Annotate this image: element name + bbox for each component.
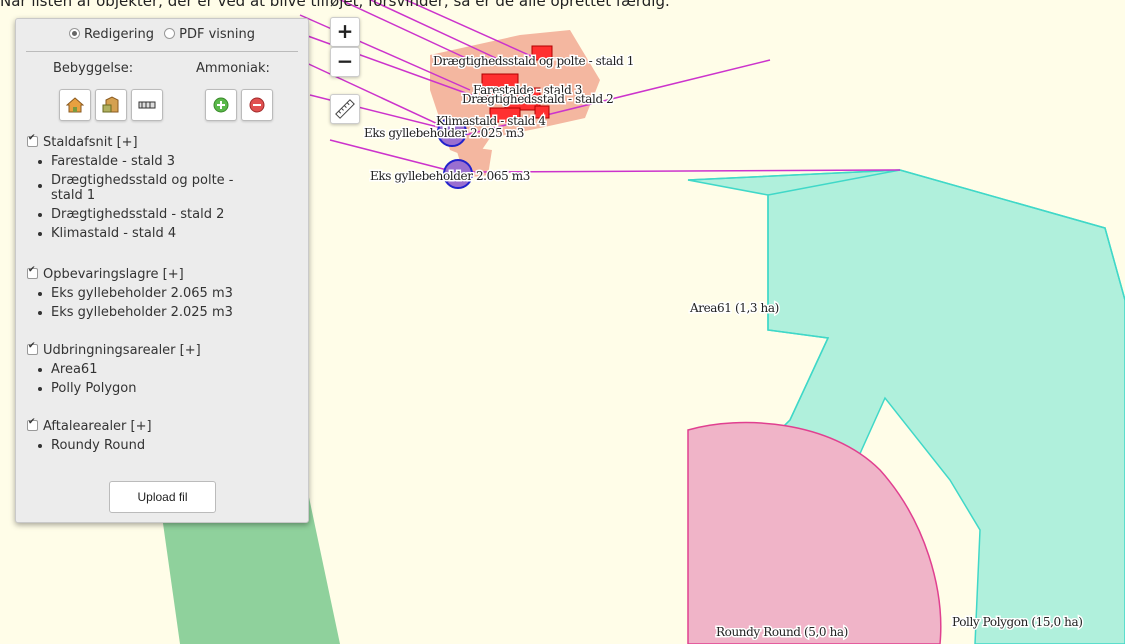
list-item[interactable]: Drægtighedsstald - stald 2 [27, 207, 234, 222]
bebyggelse-label: Bebyggelse: [53, 61, 134, 76]
group-title-label: Aftalearealer [+] [43, 419, 152, 434]
group-title-label: Staldafsnit [+] [43, 135, 138, 150]
radio-on-icon[interactable] [68, 28, 80, 39]
radio-pdf-visning[interactable]: PDF visning [164, 27, 255, 42]
add-house-button[interactable] [59, 89, 91, 121]
checkbox-checked-icon[interactable] [27, 265, 38, 279]
ammoniak-remove-button[interactable] [241, 89, 273, 121]
list-item[interactable]: Klimastald - stald 4 [27, 226, 234, 241]
radio-redigering[interactable]: Redigering [68, 27, 154, 42]
group-staldafsnit: Staldafsnit [+] Farestalde - stald 3 Dræ… [27, 133, 234, 241]
group-aftalearealer: Aftalearealer [+] Roundy Round [27, 417, 152, 453]
label-gylle-2065: Eks gyllebeholder 2.065 m3 [370, 169, 530, 183]
plus-circle-icon [213, 97, 229, 113]
list-item-label: Klimastald - stald 4 [51, 226, 177, 241]
radio-redigering-label: Redigering [83, 27, 154, 42]
bullet-icon [38, 184, 42, 188]
list-item[interactable]: Roundy Round [27, 438, 152, 453]
list-item[interactable]: Area61 [27, 362, 201, 377]
roundy-round-circle[interactable] [687, 421, 942, 644]
list-item-label: Area61 [51, 362, 98, 377]
panel-divider [26, 51, 298, 52]
group-title[interactable]: Aftalearealer [+] [27, 417, 152, 434]
group-items: Farestalde - stald 3 Drægtighedsstald og… [27, 154, 234, 241]
bullet-icon [38, 311, 42, 315]
bullet-icon [38, 444, 42, 448]
label-gylle-2025: Eks gyllebeholder 2.025 m3 [364, 126, 524, 140]
magenta-lines [299, 0, 901, 173]
bullet-icon [38, 387, 42, 391]
group-udbringningsarealer: Udbringningsarealer [+] Area61 Polly Pol… [27, 341, 201, 396]
label-draegt-polte: Drægtighedsstald og polte - stald 1 [433, 54, 634, 68]
bullet-icon [38, 232, 42, 236]
bullet-icon [38, 368, 42, 372]
upload-file-button[interactable]: Upload fil [109, 481, 216, 513]
label-draegt-2: Drægtighedsstald - stald 2 [462, 92, 613, 106]
list-item-label: Drægtighedsstald - stald 2 [51, 207, 225, 222]
bullet-icon [38, 292, 42, 296]
radio-pdf-label: PDF visning [179, 27, 256, 42]
sidebar-panel: Redigering PDF visning Bebyggelse: Ammon… [15, 18, 309, 523]
list-item-label: Roundy Round [51, 438, 146, 453]
minus-circle-icon [249, 97, 265, 113]
add-storage-button[interactable] [131, 89, 163, 121]
group-title-label: Udbringningsarealer [+] [43, 343, 201, 358]
group-items: Roundy Round [27, 438, 152, 453]
list-item[interactable]: Eks gyllebeholder 2.025 m3 [27, 305, 233, 320]
list-item-label-cont: stald 1 [51, 188, 96, 203]
list-item[interactable]: Polly Polygon [27, 381, 201, 396]
checkbox-checked-icon[interactable] [27, 417, 38, 431]
list-item-label: Eks gyllebeholder 2.025 m3 [51, 305, 233, 320]
list-item-label: Polly Polygon [51, 381, 137, 396]
bullet-icon [38, 160, 42, 164]
label-polly: Polly Polygon (15,0 ha) [952, 615, 1083, 629]
house-icon [66, 97, 84, 113]
add-barn-button[interactable] [95, 89, 127, 121]
group-title[interactable]: Opbevaringslagre [+] [27, 265, 233, 282]
mode-selector: Redigering PDF visning [16, 27, 308, 42]
top-message: Når listen af objekter, der er ved at bl… [0, 0, 670, 10]
bullet-icon [38, 213, 42, 217]
checkbox-checked-icon[interactable] [27, 133, 38, 147]
label-area61: Area61 (1,3 ha) [689, 301, 779, 315]
group-title-label: Opbevaringslagre [+] [43, 267, 184, 282]
group-title[interactable]: Udbringningsarealer [+] [27, 341, 201, 358]
list-item-label: Farestalde - stald 3 [51, 154, 176, 169]
measure-ruler-button[interactable] [330, 94, 360, 124]
ammoniak-label: Ammoniak: [196, 61, 270, 76]
storage-icon [138, 101, 156, 109]
zoom-out-button[interactable]: − [330, 47, 360, 77]
group-opbevaringslagre: Opbevaringslagre [+] Eks gyllebeholder 2… [27, 265, 233, 320]
ruler-icon [335, 99, 355, 119]
list-item[interactable]: Eks gyllebeholder 2.065 m3 [27, 286, 233, 301]
group-items: Eks gyllebeholder 2.065 m3 Eks gyllebeho… [27, 286, 233, 320]
list-item-label: Eks gyllebeholder 2.065 m3 [51, 286, 233, 301]
label-roundy: Roundy Round (5,0 ha) [716, 625, 848, 639]
barn-icon [102, 96, 119, 113]
ammoniak-add-button[interactable] [205, 89, 237, 121]
zoom-in-button[interactable]: + [330, 17, 360, 47]
group-title[interactable]: Staldafsnit [+] [27, 133, 234, 150]
radio-off-icon[interactable] [164, 28, 176, 39]
list-item[interactable]: Drægtighedsstald og polte - stald 1 [27, 173, 234, 203]
list-item[interactable]: Farestalde - stald 3 [27, 154, 234, 169]
group-items: Area61 Polly Polygon [27, 362, 201, 396]
checkbox-checked-icon[interactable] [27, 341, 38, 355]
list-item-label: Drægtighedsstald og polte - [51, 173, 234, 188]
